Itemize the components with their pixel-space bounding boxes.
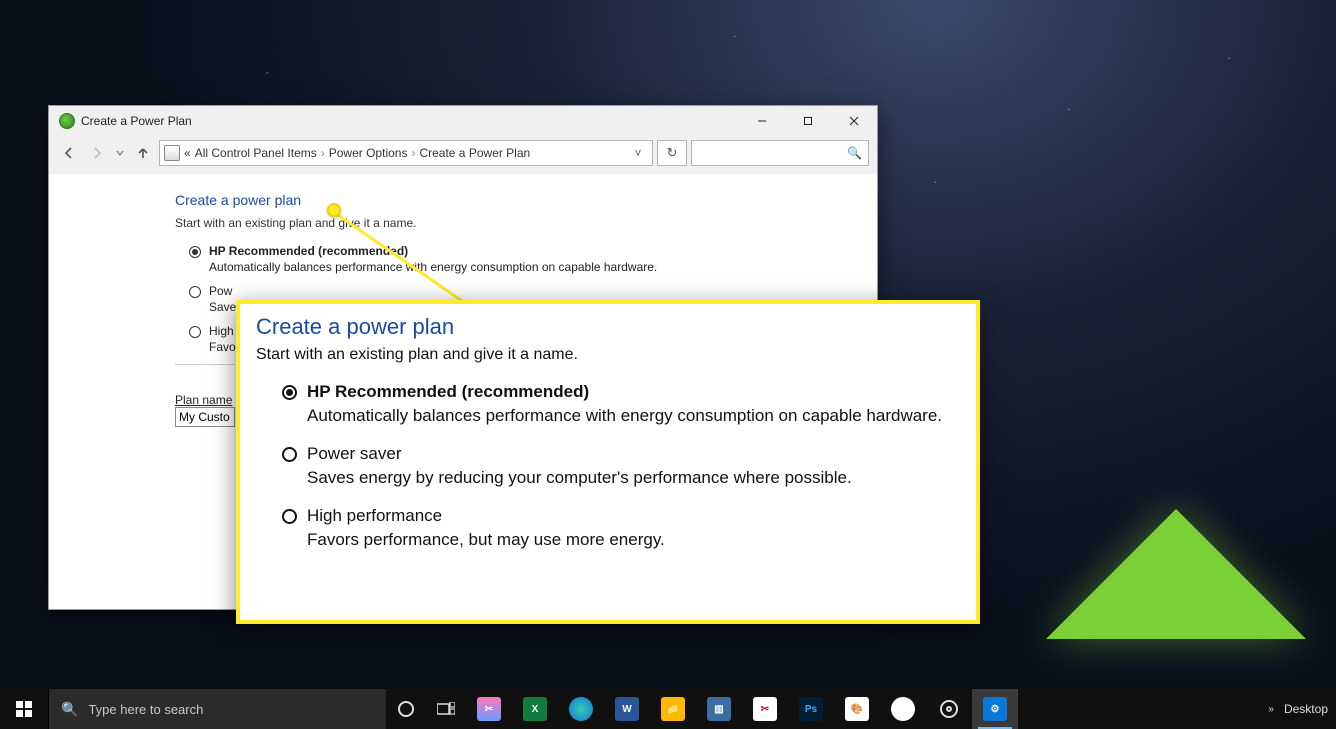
folder-icon: 📁 — [661, 697, 685, 721]
page-subheading: Start with an existing plan and give it … — [175, 216, 857, 230]
taskbar-app-snip[interactable]: ✂ — [466, 689, 512, 729]
option-description: Automatically balances performance with … — [307, 406, 960, 426]
task-view-icon — [437, 702, 455, 716]
titlebar: Create a Power Plan — [49, 106, 877, 136]
taskbar-search[interactable]: 🔍 Type here to search — [48, 689, 386, 729]
slack-icon: ❋ — [891, 697, 915, 721]
taskbar-app-edge[interactable] — [558, 689, 604, 729]
taskbar-app-excel[interactable]: X — [512, 689, 558, 729]
control-panel-icon: ⚙ — [983, 697, 1007, 721]
maximize-button[interactable] — [785, 106, 831, 136]
nav-up-button[interactable] — [131, 141, 155, 165]
taskbar-tray: » Desktop — [1268, 702, 1336, 716]
callout-option-high-performance[interactable]: High performance — [282, 506, 960, 526]
breadcrumb-item[interactable]: Power Options — [329, 146, 408, 160]
edge-icon — [569, 697, 593, 721]
radio-button[interactable] — [189, 246, 201, 258]
search-placeholder: Type here to search — [88, 702, 203, 717]
radio-button[interactable] — [282, 385, 297, 400]
chevron-right-icon: › — [411, 146, 415, 160]
nav-toolbar: « All Control Panel Items › Power Option… — [49, 136, 877, 174]
taskbar-app-paint[interactable]: 🎨 — [834, 689, 880, 729]
taskbar-app-photoshop[interactable]: Ps — [788, 689, 834, 729]
option-label: High — [209, 324, 234, 338]
callout-option-hp-recommended[interactable]: HP Recommended (recommended) — [282, 382, 960, 402]
chevron-right-icon: › — [321, 146, 325, 160]
close-button[interactable] — [831, 106, 877, 136]
window-title: Create a Power Plan — [81, 114, 192, 128]
refresh-button[interactable]: ↻ — [657, 140, 687, 166]
radio-button[interactable] — [282, 447, 297, 462]
page-heading: Create a power plan — [175, 192, 857, 208]
nav-recent-dropdown[interactable] — [113, 141, 127, 165]
gear-icon — [940, 700, 958, 718]
start-button[interactable] — [0, 689, 48, 729]
power-options-icon — [59, 113, 75, 129]
search-icon: 🔍 — [847, 146, 862, 160]
desktop: Create a Power Plan — [0, 0, 1336, 729]
highlight-marker — [327, 203, 341, 217]
taskbar-app-task-manager[interactable]: ▥ — [696, 689, 742, 729]
plan-name-input[interactable] — [175, 407, 235, 427]
callout-heading: Create a power plan — [256, 314, 960, 340]
breadcrumb-bar[interactable]: « All Control Panel Items › Power Option… — [159, 140, 653, 166]
plan-option-hp-recommended[interactable]: HP Recommended (recommended) — [189, 244, 857, 258]
cortana-button[interactable] — [386, 689, 426, 729]
excel-icon: X — [523, 697, 547, 721]
windows-logo-icon — [16, 701, 32, 717]
snip-icon: ✂ — [477, 697, 501, 721]
minimize-button[interactable] — [739, 106, 785, 136]
taskbar-app-control-panel[interactable]: ⚙ — [972, 689, 1018, 729]
radio-button[interactable] — [189, 286, 201, 298]
option-label: Power saver — [307, 444, 401, 464]
taskbar-app-slack[interactable]: ❋ — [880, 689, 926, 729]
tent-graphic — [1046, 489, 1306, 639]
tray-overflow-icon[interactable]: » — [1268, 704, 1274, 715]
task-manager-icon: ▥ — [707, 697, 731, 721]
option-label: High performance — [307, 506, 442, 526]
taskbar-app-settings[interactable] — [926, 689, 972, 729]
option-description: Automatically balances performance with … — [209, 260, 857, 274]
zoom-callout: Create a power plan Start with an existi… — [236, 300, 980, 624]
taskbar-pinned-apps: ✂ X W 📁 ▥ ✂ Ps 🎨 ❋ ⚙ — [466, 689, 1018, 729]
show-desktop-label[interactable]: Desktop — [1284, 702, 1328, 716]
option-description: Saves energy by reducing your computer's… — [307, 468, 960, 488]
nav-forward-button[interactable] — [85, 141, 109, 165]
word-icon: W — [615, 697, 639, 721]
option-label: HP Recommended (recommended) — [307, 382, 589, 402]
callout-option-power-saver[interactable]: Power saver — [282, 444, 960, 464]
taskbar: 🔍 Type here to search ✂ X W 📁 ▥ ✂ Ps 🎨 ❋… — [0, 689, 1336, 729]
breadcrumb-prefix: « — [184, 146, 191, 160]
scissors-icon: ✂ — [753, 697, 777, 721]
radio-button[interactable] — [282, 509, 297, 524]
taskbar-app-file-explorer[interactable]: 📁 — [650, 689, 696, 729]
option-description: Favors performance, but may use more ene… — [307, 530, 960, 550]
breadcrumb-dropdown[interactable]: ˅ — [628, 146, 648, 160]
location-icon — [164, 145, 180, 161]
breadcrumb-item[interactable]: All Control Panel Items — [195, 146, 317, 160]
callout-subheading: Start with an existing plan and give it … — [256, 346, 960, 364]
cortana-icon — [398, 701, 414, 717]
window-controls — [739, 106, 877, 136]
taskbar-app-snipping-tool[interactable]: ✂ — [742, 689, 788, 729]
radio-button[interactable] — [189, 326, 201, 338]
nav-back-button[interactable] — [57, 141, 81, 165]
plan-option-power-saver[interactable]: Pow — [189, 284, 857, 298]
paint-icon: 🎨 — [845, 697, 869, 721]
search-input[interactable]: 🔍 — [691, 140, 869, 166]
task-view-button[interactable] — [426, 689, 466, 729]
search-icon: 🔍 — [61, 701, 78, 718]
option-label: Pow — [209, 284, 232, 298]
breadcrumb-item[interactable]: Create a Power Plan — [419, 146, 530, 160]
taskbar-app-word[interactable]: W — [604, 689, 650, 729]
photoshop-icon: Ps — [799, 697, 823, 721]
